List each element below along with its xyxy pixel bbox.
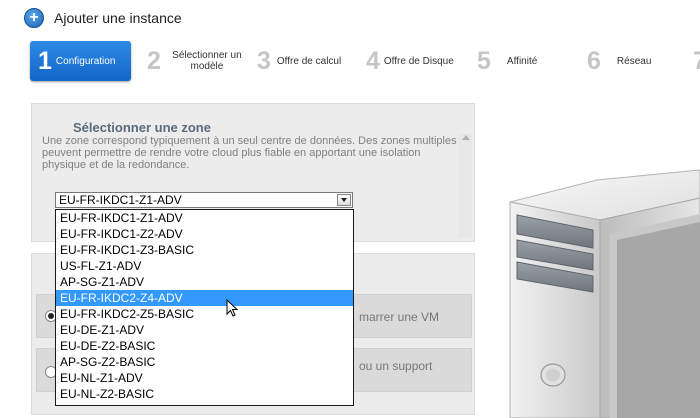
panel-scrollbar[interactable] [458,134,472,238]
step-label: Offre de calcul [276,55,342,67]
step-number: 2 [147,46,161,75]
step-select-template[interactable]: 2 Sélectionner un modèle [147,41,247,81]
zone-description: Une zone correspond typiquement à un seu… [42,135,457,171]
dropdown-option[interactable]: EU-NL-Z1-ADV [56,370,353,386]
dropdown-option[interactable]: US-FL-Z1-ADV [56,258,353,274]
step-label: Affinité [506,55,538,67]
step-label: Sélectionner un modèle [172,50,242,72]
step-network[interactable]: 6 Réseau [587,41,651,81]
dropdown-option[interactable]: EU-DE-Z2-BASIC [56,338,353,354]
step-disk-offer[interactable]: 4 Offre de Disque [366,41,454,81]
step-number: 5 [477,46,491,75]
step-affinity[interactable]: 5 Affinité [477,41,537,81]
step-label: Offre de Disque [383,55,454,67]
server-illustration-icon [509,169,700,418]
dropdown-option[interactable]: AP-SG-Z1-ADV [56,274,353,290]
step-label: Configuration [55,55,116,67]
plus-circle-icon: + [24,8,44,28]
step-number: 4 [366,46,380,75]
radio-option-text: ou un support [359,359,433,373]
radio-option-text: marrer une VM [359,310,440,324]
step-number: 3 [257,46,271,75]
step-label: Réseau [616,55,652,67]
step-next[interactable]: 7 [693,41,700,81]
dropdown-option[interactable]: EU-FR-IKDC1-Z3-BASIC [56,242,353,258]
page-title: Ajouter une instance [54,10,182,26]
zone-heading: Sélectionner une zone [73,120,211,135]
dropdown-option[interactable]: AP-SG-Z2-BASIC [56,354,353,370]
step-compute-offer[interactable]: 3 Offre de calcul [257,41,341,81]
step-number: 6 [587,46,601,75]
zone-dropdown-list[interactable]: EU-FR-IKDC1-Z1-ADV EU-FR-IKDC1-Z2-ADV EU… [55,209,354,406]
zone-select[interactable]: EU-FR-IKDC1-Z1-ADV [55,192,353,208]
dropdown-option[interactable]: EU-FR-IKDC1-Z2-ADV [56,226,353,242]
chevron-down-icon[interactable] [337,194,351,206]
step-number: 1 [38,46,52,75]
zone-select-value: EU-FR-IKDC1-Z1-ADV [59,193,182,207]
dropdown-option[interactable]: EU-FR-IKDC2-Z5-BASIC [56,306,353,322]
dropdown-option[interactable]: EU-NL-Z2-BASIC [56,386,353,402]
scroll-up-arrow-icon[interactable] [460,132,472,142]
title-row: + Ajouter une instance [24,8,182,28]
step-number: 7 [693,46,700,75]
mouse-cursor-icon [226,299,238,317]
dropdown-option-highlighted[interactable]: EU-FR-IKDC2-Z4-ADV [56,290,353,306]
wizard-steps: 1 Configuration 2 Sélectionner un modèle… [30,41,700,81]
dropdown-option[interactable]: EU-DE-Z1-ADV [56,322,353,338]
step-configuration[interactable]: 1 Configuration [30,41,131,81]
dropdown-option[interactable]: EU-FR-IKDC1-Z1-ADV [56,210,353,226]
